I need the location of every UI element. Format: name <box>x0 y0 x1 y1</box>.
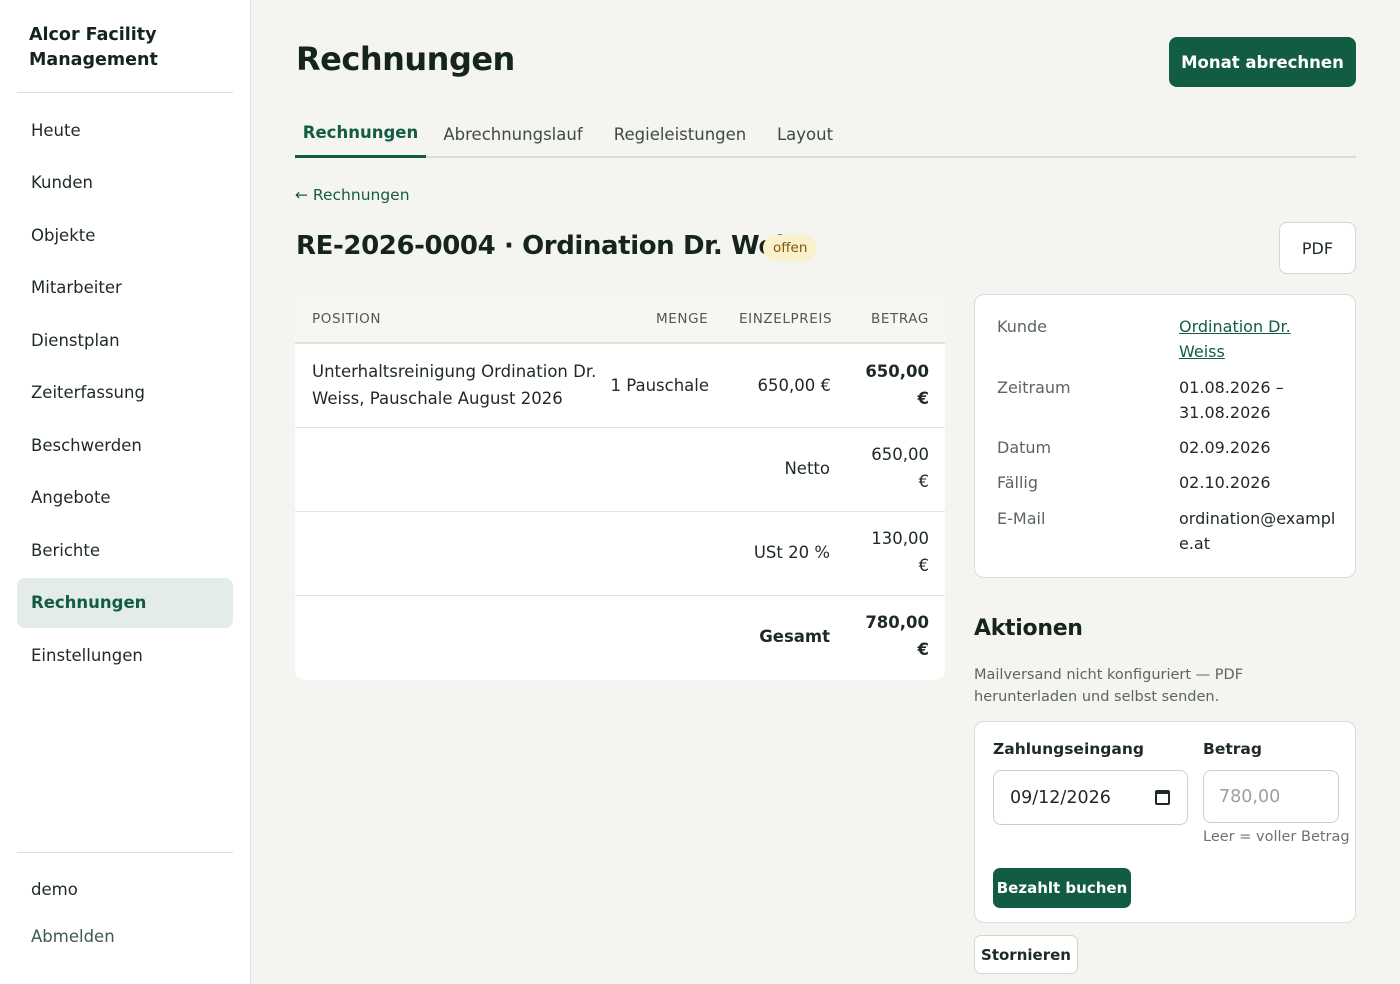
sidebar-nav: Heute Kunden Objekte Mitarbeiter Dienstp… <box>17 105 233 683</box>
netto-amount-line-1: 650,00 <box>871 445 929 464</box>
netto-amount-line-2: € <box>918 472 930 491</box>
faellig-label: Fällig <box>997 473 1039 492</box>
gesamt-amount: 780,00 € <box>847 609 929 663</box>
gesamt-row: Gesamt 780,00 € <box>295 596 945 680</box>
sidebar-divider-bottom <box>17 852 233 853</box>
calendar-icon[interactable] <box>1155 790 1170 805</box>
faellig-value: 02.10.2026 <box>1179 473 1271 492</box>
invoice-details-card: Kunde Ordination Dr. Weiss Zeitraum 01.0… <box>974 294 1356 578</box>
kunde-value: Ordination Dr. Weiss <box>1179 314 1309 364</box>
zeitraum-value: 01.08.2026 – 31.08.2026 <box>1179 375 1339 425</box>
column-header-einzelpreis: EINZELPREIS <box>739 311 833 327</box>
netto-label: Netto <box>784 459 830 478</box>
email-value: ordination@example.at <box>1179 509 1336 553</box>
column-header-position: POSITION <box>312 311 382 327</box>
user-name: demo <box>31 880 78 899</box>
status-badge: offen <box>763 235 818 261</box>
sidebar-item-objekte[interactable]: Objekte <box>17 210 233 260</box>
betrag-line-1: 650,00 <box>865 362 929 381</box>
sidebar-item-kunden[interactable]: Kunden <box>17 158 233 208</box>
amount-hint: Leer = voller Betrag <box>1203 829 1350 845</box>
back-link[interactable]: ← Rechnungen <box>295 186 410 204</box>
tab-abrechnungslauf[interactable]: Abrechnungslauf <box>431 110 595 158</box>
actions-note: Mailversand nicht konfiguriert — PDF her… <box>974 667 1244 705</box>
column-header-betrag: BETRAG <box>871 311 929 327</box>
payment-date-input[interactable]: 09/12/2026 <box>993 770 1188 825</box>
brand-line-1: Alcor Facility <box>29 25 157 45</box>
invoice-table: POSITION MENGE EINZELPREIS BETRAG Unterh… <box>295 294 945 680</box>
gesamt-amount-line-1: 780,00 <box>865 613 929 632</box>
amount-input[interactable] <box>1203 770 1339 823</box>
position-cell: Unterhaltsreinigung Ordination Dr. Weiss… <box>312 358 596 412</box>
monat-abrechnen-button[interactable]: Monat abrechnen <box>1169 37 1356 87</box>
kunde-label: Kunde <box>997 317 1047 336</box>
invoice-title: RE-2026-0004 · Ordination Dr. Weiss <box>296 231 815 261</box>
sidebar-item-beschwerden[interactable]: Beschwerden <box>17 420 233 470</box>
zeitraum-line-1: 01.08.2026 – <box>1179 378 1284 397</box>
sidebar-item-einstellungen[interactable]: Einstellungen <box>17 630 233 680</box>
ust-row: USt 20 % 130,00 € <box>295 512 945 596</box>
einzelpreis-cell: 650,00 € <box>757 376 831 395</box>
sidebar-item-angebote[interactable]: Angebote <box>17 473 233 523</box>
sidebar-divider <box>17 92 233 93</box>
actions-title: Aktionen <box>974 616 1083 641</box>
datum-label: Datum <box>997 438 1052 457</box>
table-header: POSITION MENGE EINZELPREIS BETRAG <box>295 294 945 344</box>
netto-row: Netto 650,00 € <box>295 428 945 512</box>
tab-bar: Rechnungen Abrechnungslauf Regieleistung… <box>295 110 1356 158</box>
sidebar-item-dienstplan[interactable]: Dienstplan <box>17 315 233 365</box>
payment-date-value: 09/12/2026 <box>1010 787 1111 808</box>
page-title: Rechnungen <box>296 40 515 78</box>
sidebar-item-heute[interactable]: Heute <box>17 105 233 155</box>
betrag-line-2: € <box>917 389 929 408</box>
position-line-1: Unterhaltsreinigung Ordination Dr. <box>312 362 597 381</box>
brand-logo: Alcor Facility Management <box>29 23 229 73</box>
sidebar-item-rechnungen[interactable]: Rechnungen <box>17 577 233 628</box>
email-label: E-Mail <box>997 509 1046 528</box>
datum-value: 02.09.2026 <box>1179 438 1271 457</box>
position-line-2: Weiss, Pauschale August 2026 <box>312 389 563 408</box>
betrag-cell: 650,00 € <box>847 358 929 412</box>
kunde-link[interactable]: Ordination Dr. Weiss <box>1179 317 1291 361</box>
logout-link[interactable]: Abmelden <box>31 927 115 946</box>
payment-card: Zahlungseingang Betrag 09/12/2026 Leer =… <box>974 721 1356 923</box>
zeitraum-line-2: 31.08.2026 <box>1179 403 1271 422</box>
column-header-menge: MENGE <box>656 311 709 327</box>
ust-amount-line-2: € <box>918 556 930 575</box>
gesamt-amount-line-2: € <box>917 640 929 659</box>
ust-amount: 130,00 € <box>847 525 929 579</box>
gesamt-label: Gesamt <box>759 627 830 646</box>
bezahlt-buchen-button[interactable]: Bezahlt buchen <box>993 868 1131 908</box>
brand-line-2: Management <box>29 50 158 70</box>
table-row: Unterhaltsreinigung Ordination Dr. Weiss… <box>295 344 945 428</box>
ust-label: USt 20 % <box>753 543 830 562</box>
tab-regieleistungen[interactable]: Regieleistungen <box>602 110 758 158</box>
netto-amount: 650,00 € <box>847 441 929 495</box>
sidebar-item-zeiterfassung[interactable]: Zeiterfassung <box>17 368 233 418</box>
stornieren-button[interactable]: Stornieren <box>974 935 1078 974</box>
tab-layout[interactable]: Layout <box>765 110 845 158</box>
sidebar-item-berichte[interactable]: Berichte <box>17 525 233 575</box>
menge-cell: 1 Pauschale <box>610 376 710 395</box>
ust-amount-line-1: 130,00 <box>871 529 929 548</box>
tab-rechnungen[interactable]: Rechnungen <box>295 110 426 158</box>
zeitraum-label: Zeitraum <box>997 378 1071 397</box>
payment-date-label: Zahlungseingang <box>993 740 1144 758</box>
sidebar-item-mitarbeiter[interactable]: Mitarbeiter <box>17 263 233 313</box>
amount-label: Betrag <box>1203 740 1262 758</box>
pdf-button[interactable]: PDF <box>1279 222 1356 274</box>
sidebar: Alcor Facility Management Heute Kunden O… <box>0 0 251 984</box>
